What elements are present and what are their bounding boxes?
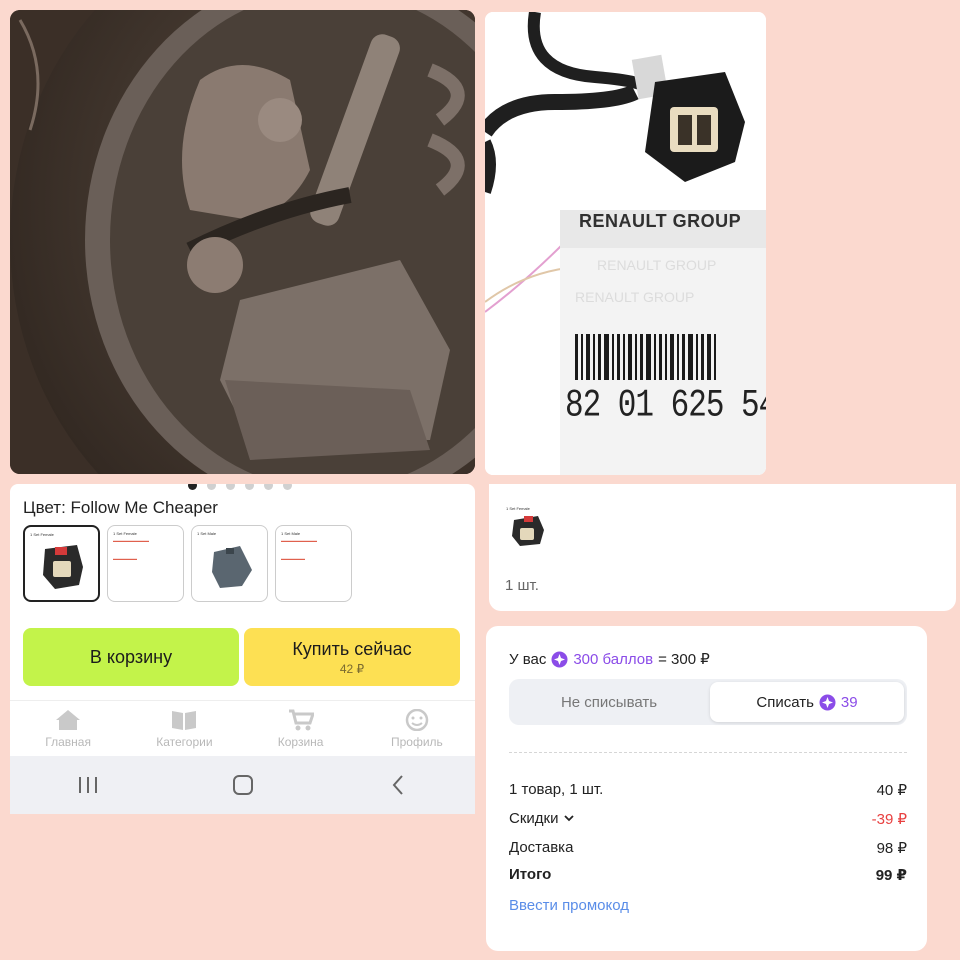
order-summary-card: У вас 300 баллов = 300 ₽ Не списывать Сп… [486,626,927,951]
variant-option-2[interactable]: 1 Set Female ▬▬▬▬▬▬▬▬▬ ▬▬▬▬▬▬ [107,525,184,602]
product-screen: Цвет: Follow Me Cheaper 1 Set Female 1 S… [10,484,475,814]
delivery-row: Доставка 98 ₽ [509,839,907,857]
variant-note: ▬▬▬▬▬▬▬▬▬ [113,538,149,543]
redeem-option[interactable]: Списать 39 [710,682,904,722]
discount-label: Скидки [509,810,559,827]
android-nav-bar [10,756,475,814]
carousel-dot[interactable] [245,484,254,490]
discount-row[interactable]: Скидки -39 ₽ [509,810,907,828]
tab-cart[interactable]: Корзина [243,701,359,756]
bottom-tabbar: Главная Категории Корзина Профиль [10,700,475,756]
tab-label: Корзина [277,734,324,749]
order-quantity: 1 шт. [505,577,539,594]
carousel-dots [188,484,292,490]
carousel-dot[interactable] [188,484,197,490]
promo-code-link[interactable]: Ввести промокод [509,897,629,914]
recent-apps-icon [78,777,97,793]
variant-title: 1 Set Male [197,531,217,536]
points-coin-icon [819,694,836,710]
items-row: 1 товар, 1 шт. 40 ₽ [509,781,907,799]
variant-title: 1 Set Female [113,531,137,536]
variant-option-3[interactable]: 1 Set Male [191,525,268,602]
divider [509,752,907,753]
tab-label: Профиль [390,734,443,749]
points-segmented-control: Не списывать Списать 39 [509,679,907,725]
part-number-text: 82 01 625 545 [565,384,766,428]
tab-label: Главная [45,734,91,749]
connector-label-photo: RENAULT GROUP RENAULT GROUP RENAULT GROU… [485,12,766,475]
points-balance: У вас 300 баллов = 300 ₽ [509,650,710,669]
points-suffix: = 300 ₽ [658,651,710,668]
total-value: 99 ₽ [875,867,907,884]
recent-apps-button[interactable] [10,756,165,814]
total-row: Итого 99 ₽ [509,866,907,884]
buy-now-price: 42 ₽ [339,661,365,676]
book-icon [172,710,197,730]
delivery-value: 98 ₽ [876,840,907,857]
chevron-down-icon [564,815,574,822]
wheel-well-photo [10,10,475,474]
buy-now-button[interactable]: Купить сейчас 42 ₽ [244,628,460,686]
delivery-label: Доставка [509,839,574,856]
svg-text:RENAULT GROUP: RENAULT GROUP [575,289,694,305]
points-prefix: У вас [509,650,547,668]
points-amount: 300 баллов [573,650,654,668]
variant-note: ▬▬▬▬▬▬▬▬▬ [281,538,317,543]
redeem-label: Списать [756,693,814,711]
items-value: 40 ₽ [876,782,907,799]
variant-note: ▬▬▬▬▬▬ [113,556,137,561]
cart-icon [288,709,314,730]
variant-option-4[interactable]: 1 Set Male ▬▬▬▬▬▬▬▬▬ ▬▬▬▬▬▬ [275,525,352,602]
dont-redeem-option[interactable]: Не списывать [509,679,709,725]
total-label: Итого [509,866,552,883]
variant-picker: 1 Set Female 1 Set Female ▬▬▬▬▬▬▬▬▬ ▬▬▬▬… [23,525,352,602]
color-label: Цвет: Follow Me Cheaper [23,498,218,517]
add-to-cart-button[interactable]: В корзину [23,628,239,686]
items-label: 1 товар, 1 шт. [509,781,604,798]
tab-label: Категории [156,734,213,749]
renault-brand-text: RENAULT GROUP [579,211,742,231]
home-icon [56,709,81,730]
home-nav-button[interactable] [165,756,320,814]
order-item-thumbnail[interactable]: 1 Set Female [506,506,550,550]
back-nav-button[interactable] [320,756,475,814]
carousel-dot[interactable] [207,484,216,490]
back-chevron-icon [392,775,403,795]
redeem-value: 39 [840,693,858,711]
connector-male-icon [212,546,252,588]
variant-title: 1 Set Male [281,531,301,536]
carousel-dot[interactable] [226,484,235,490]
connector-female-icon [43,545,83,589]
svg-text:RENAULT GROUP: RENAULT GROUP [597,257,716,273]
smiley-icon [405,708,429,731]
variant-title: 1 Set Female [30,532,54,537]
discount-toggle[interactable]: Скидки [509,810,575,828]
tab-home[interactable]: Главная [10,701,126,756]
connector-female-icon [512,516,544,546]
home-square-icon [232,775,253,795]
discount-value: -39 ₽ [871,811,907,828]
thumb-title: 1 Set Female [506,506,530,511]
variant-note: ▬▬▬▬▬▬ [281,556,305,561]
variant-option-1[interactable]: 1 Set Female [23,525,100,602]
buy-now-label: Купить сейчас [292,638,412,659]
order-item-card: 1 Set Female 1 шт. [489,484,956,611]
carousel-dot[interactable] [264,484,273,490]
carousel-dot[interactable] [283,484,292,490]
points-coin-icon [551,651,568,667]
tab-categories[interactable]: Категории [126,701,242,756]
tab-profile[interactable]: Профиль [359,701,475,756]
